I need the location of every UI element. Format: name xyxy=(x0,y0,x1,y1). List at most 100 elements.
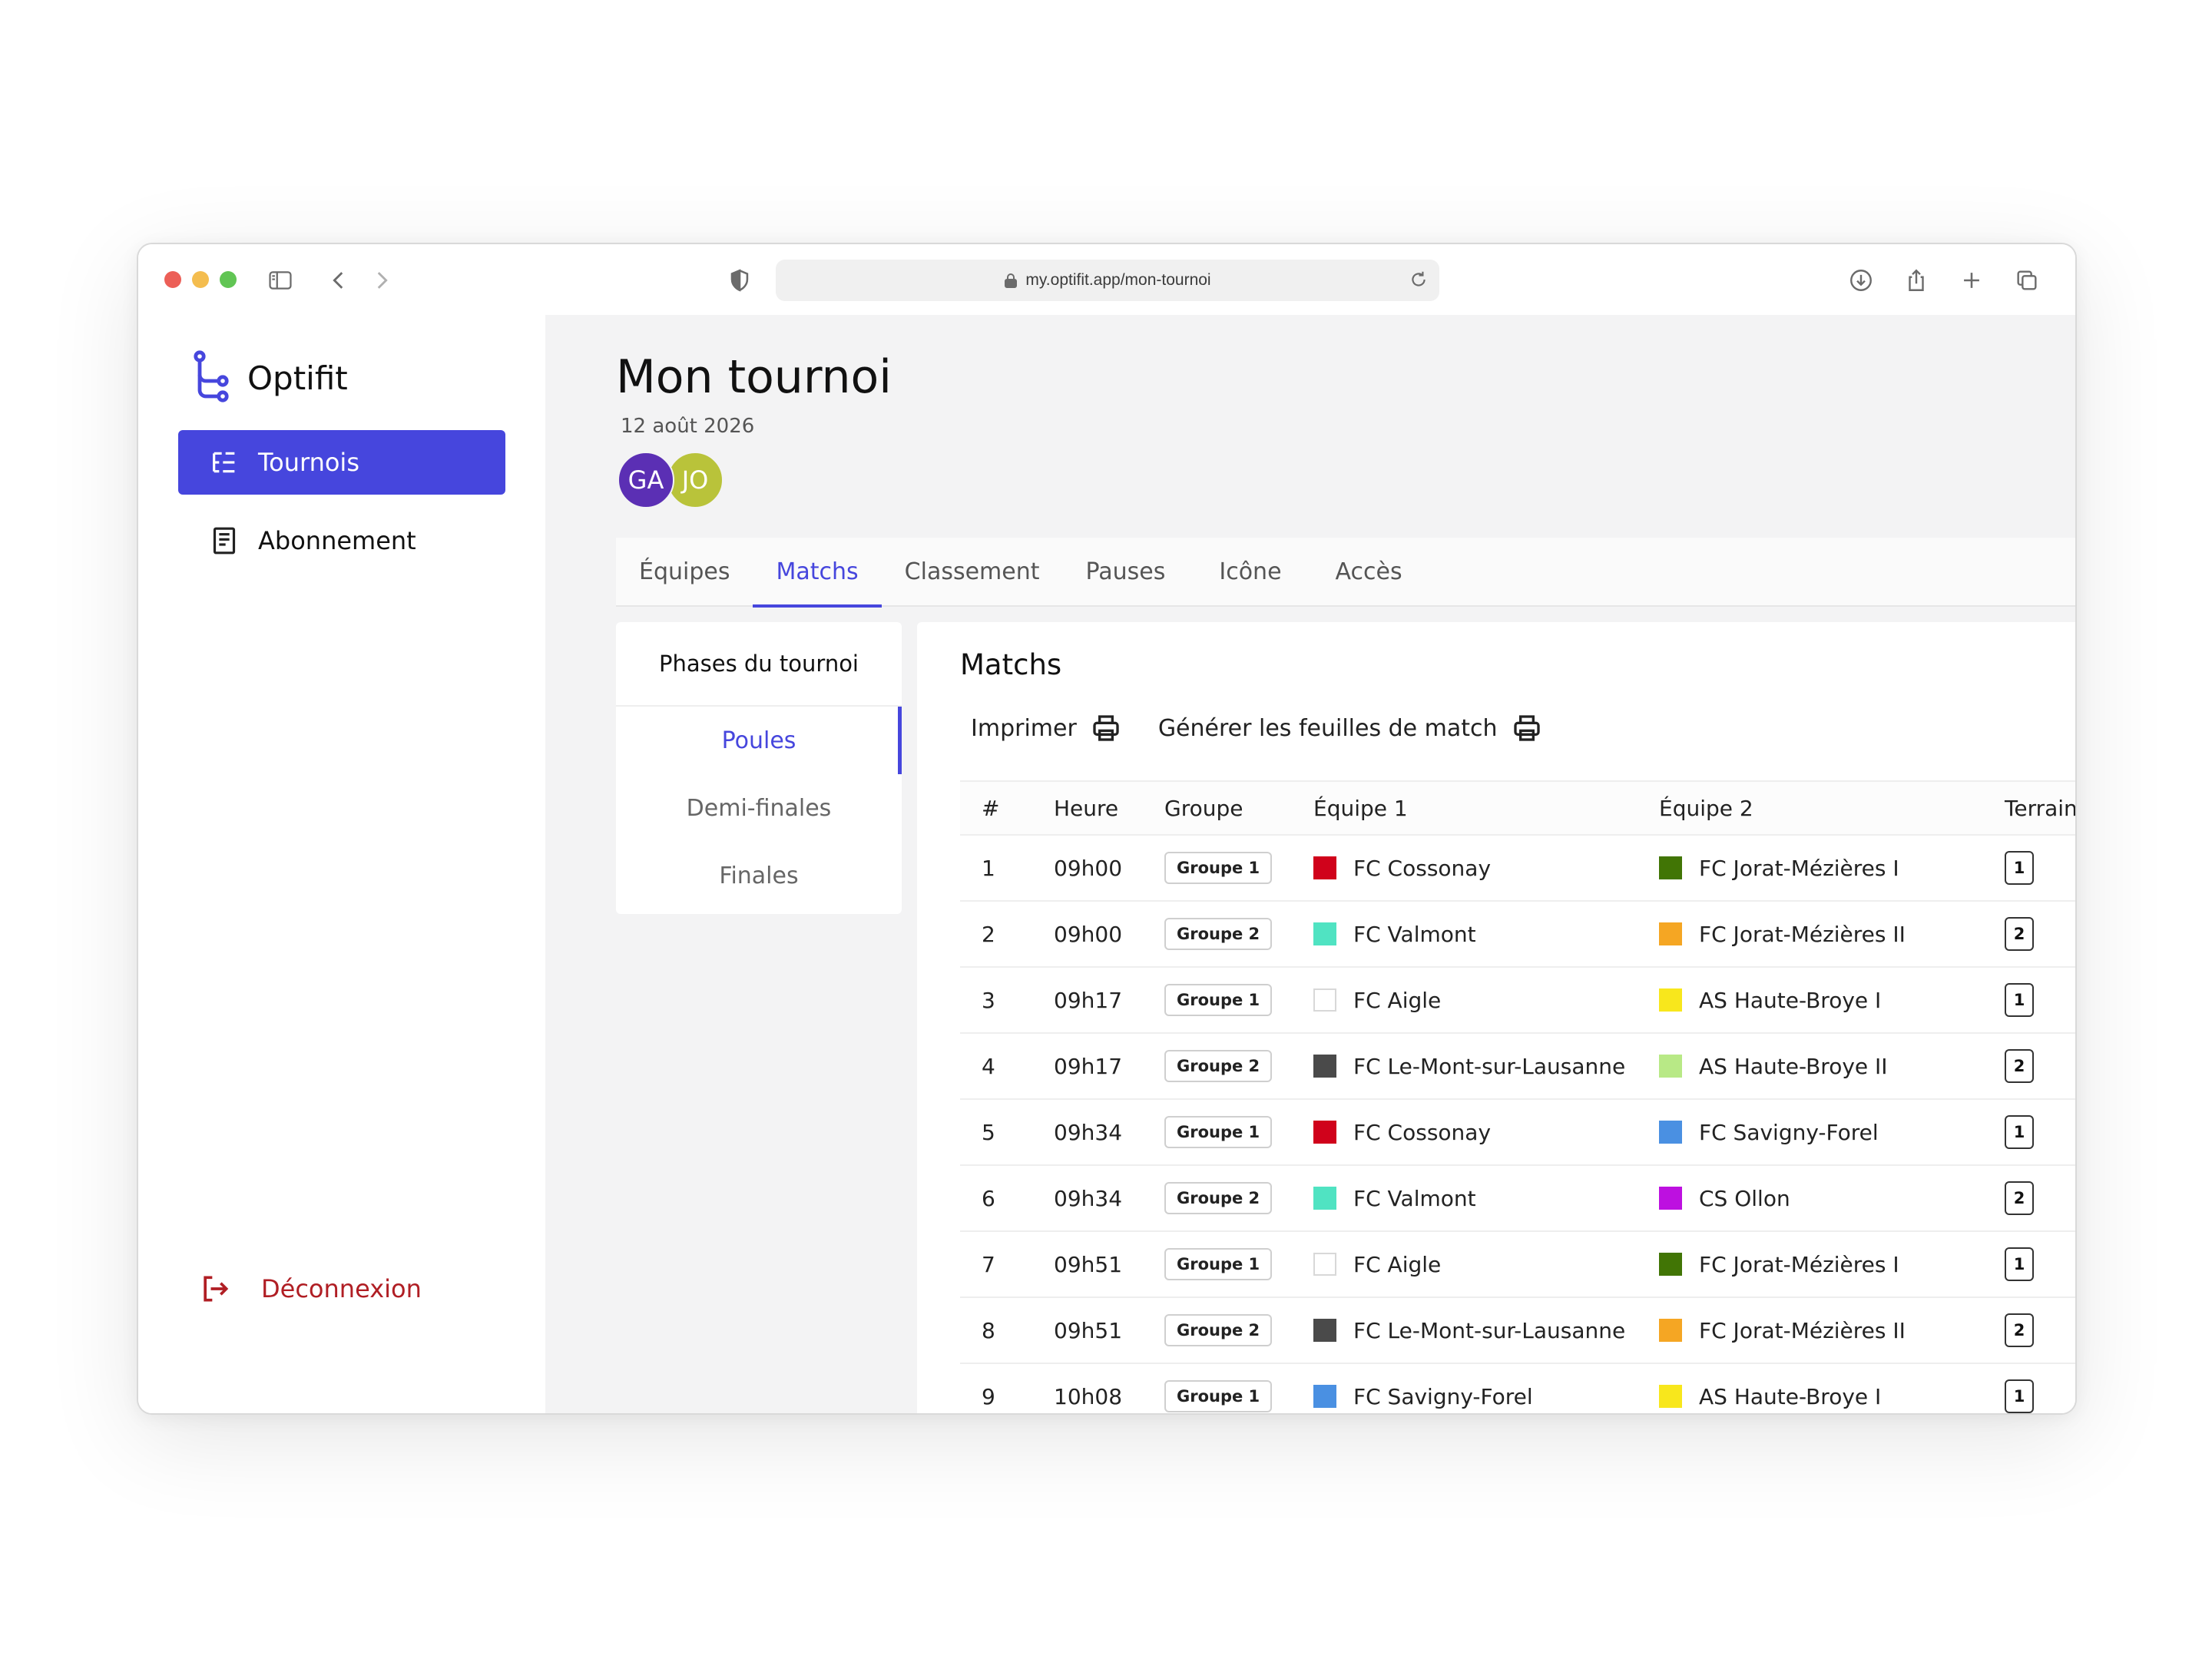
team1-name: FC Valmont xyxy=(1353,1185,1476,1211)
matches-title: Matchs xyxy=(960,648,1062,681)
table-row[interactable]: 7 09h51 Groupe 1 FC Aigle FC Jorat-Mézières … xyxy=(960,1232,2075,1298)
match-field: 1 xyxy=(2005,983,2075,1017)
tab-icone[interactable]: Icône xyxy=(1188,537,1312,606)
match-team2: FC Jorat-Mézières II xyxy=(1659,1318,2005,1343)
print-button[interactable]: Imprimer xyxy=(971,713,1121,743)
team-color-swatch xyxy=(1659,1121,1682,1144)
team-color-swatch xyxy=(1659,856,1682,879)
table-row[interactable]: 5 09h34 Groupe 1 FC Cossonay FC Savigny-Fore… xyxy=(960,1100,2075,1166)
match-field: 2 xyxy=(2005,1181,2075,1215)
privacy-shield-icon[interactable] xyxy=(727,267,753,293)
team-color-swatch xyxy=(1659,1055,1682,1078)
address-bar[interactable]: my.optifit.app/mon-tournoi xyxy=(776,260,1439,301)
match-team2: FC Jorat-Mézières II xyxy=(1659,922,2005,947)
logout-button[interactable]: Déconnexion xyxy=(198,1272,422,1306)
match-time: 09h17 xyxy=(1054,1053,1123,1079)
column-header-number[interactable]: # xyxy=(960,796,1054,821)
team2-name: FC Jorat-Mézières II xyxy=(1699,921,1906,947)
table-row[interactable]: 3 09h17 Groupe 1 FC Aigle AS Haute-Broye I 1 xyxy=(960,968,2075,1034)
zoom-window-button[interactable] xyxy=(220,271,237,288)
tab-classement[interactable]: Classement xyxy=(882,537,1063,606)
matches-table: # Heure Groupe Équipe 1 Équipe 2 Terrain… xyxy=(960,780,2075,1413)
team2-name: FC Jorat-Mézières II xyxy=(1699,1317,1906,1343)
team-color-swatch xyxy=(1659,988,1682,1012)
generate-match-sheets-button[interactable]: Générer les feuilles de match xyxy=(1158,713,1542,743)
avatar[interactable]: GA xyxy=(618,452,674,508)
table-row[interactable]: 1 09h00 Groupe 1 FC Cossonay FC Jorat-Mézièr… xyxy=(960,836,2075,902)
team-color-swatch xyxy=(1659,1319,1682,1342)
phase-poules[interactable]: Poules xyxy=(616,707,902,774)
table-row[interactable]: 8 09h51 Groupe 2 FC Le-Mont-sur-Lausanne FC … xyxy=(960,1298,2075,1364)
sidebar: Optifit Tournois Abonnement Déconnexion xyxy=(138,315,545,1413)
close-window-button[interactable] xyxy=(164,271,181,288)
match-time: 09h51 xyxy=(1054,1317,1123,1343)
sidebar-item-label: Abonnement xyxy=(258,526,416,555)
column-header-time[interactable]: Heure xyxy=(1054,796,1164,821)
match-time: 09h00 xyxy=(1054,855,1123,881)
table-row[interactable]: 9 10h08 Groupe 1 FC Savigny-Forel AS Haute-B… xyxy=(960,1364,2075,1413)
match-group: Groupe 1 xyxy=(1164,1116,1313,1148)
logout-icon xyxy=(204,1276,229,1302)
tab-equipes[interactable]: Équipes xyxy=(616,537,753,606)
match-field: 2 xyxy=(2005,1049,2075,1083)
team-color-swatch xyxy=(1659,922,1682,945)
match-time: 09h34 xyxy=(1054,1185,1123,1211)
tab-overview-icon[interactable] xyxy=(2014,267,2040,293)
sidebar-item-abonnement[interactable]: Abonnement xyxy=(178,508,505,573)
match-number: 3 xyxy=(982,987,995,1013)
table-row[interactable]: 4 09h17 Groupe 2 FC Le-Mont-sur-Lausanne AS … xyxy=(960,1034,2075,1100)
download-icon[interactable] xyxy=(1848,267,1874,293)
field-badge: 2 xyxy=(2005,1049,2034,1083)
reload-icon[interactable] xyxy=(1409,270,1429,290)
team-color-swatch xyxy=(1313,988,1336,1012)
match-number: 4 xyxy=(982,1053,995,1079)
table-row[interactable]: 6 09h34 Groupe 2 FC Valmont CS Ollon 2 xyxy=(960,1166,2075,1232)
column-header-group[interactable]: Groupe xyxy=(1164,796,1313,821)
minimize-window-button[interactable] xyxy=(192,271,209,288)
match-field: 2 xyxy=(2005,917,2075,951)
match-team2: AS Haute-Broye II xyxy=(1659,1054,2005,1079)
team-color-swatch xyxy=(1659,1253,1682,1276)
team-color-swatch xyxy=(1313,856,1336,879)
match-team2: FC Savigny-Forel xyxy=(1659,1120,2005,1145)
sidebar-item-tournois[interactable]: Tournois xyxy=(178,430,505,495)
phase-demi-finales[interactable]: Demi-finales xyxy=(616,774,902,842)
sidebar-toggle-icon[interactable] xyxy=(267,267,293,293)
phase-finales[interactable]: Finales xyxy=(616,842,902,909)
match-time: 09h34 xyxy=(1054,1119,1123,1145)
field-badge: 2 xyxy=(2005,917,2034,951)
column-header-team1[interactable]: Équipe 1 xyxy=(1313,796,1659,821)
match-number: 9 xyxy=(982,1383,995,1409)
team-color-swatch xyxy=(1313,1187,1336,1210)
table-row[interactable]: 2 09h00 Groupe 2 FC Valmont FC Jorat-Mézière… xyxy=(960,902,2075,968)
field-badge: 2 xyxy=(2005,1313,2034,1347)
tab-matchs[interactable]: Matchs xyxy=(753,537,882,608)
tournament-date: 12 août 2026 xyxy=(621,415,755,438)
list-tree-icon xyxy=(213,452,235,473)
brand-name: Optifit xyxy=(247,359,348,397)
phases-title: Phases du tournoi xyxy=(616,622,902,707)
match-group: Groupe 1 xyxy=(1164,1248,1313,1280)
back-arrow-icon[interactable] xyxy=(326,267,352,293)
match-time: 09h17 xyxy=(1054,987,1123,1013)
tab-acces[interactable]: Accès xyxy=(1313,537,1426,606)
column-header-field[interactable]: Terrain xyxy=(2005,796,2075,821)
team1-name: FC Cossonay xyxy=(1353,855,1492,881)
phases-panel: Phases du tournoi Poules Demi-finales Fi… xyxy=(616,622,902,914)
match-team2: CS Ollon xyxy=(1659,1186,2005,1211)
page-title: Mon tournoi xyxy=(616,350,892,404)
brand-logo[interactable]: Optifit xyxy=(190,350,348,406)
lock-icon xyxy=(1004,273,1018,288)
column-header-team2[interactable]: Équipe 2 xyxy=(1659,796,2005,821)
browser-window: my.optifit.app/mon-tournoi Optifit Tourn… xyxy=(137,243,2077,1415)
group-badge: Groupe 1 xyxy=(1164,984,1273,1016)
optifit-logo-icon xyxy=(194,350,229,402)
new-tab-icon[interactable] xyxy=(1959,267,1985,293)
match-group: Groupe 1 xyxy=(1164,852,1313,884)
field-badge: 1 xyxy=(2005,1247,2034,1281)
team2-name: AS Haute-Broye I xyxy=(1699,1383,1882,1409)
forward-arrow-icon[interactable] xyxy=(369,267,395,293)
tab-pauses[interactable]: Pauses xyxy=(1063,537,1189,606)
share-icon[interactable] xyxy=(1903,267,1929,293)
avatar[interactable]: JO xyxy=(667,452,724,508)
